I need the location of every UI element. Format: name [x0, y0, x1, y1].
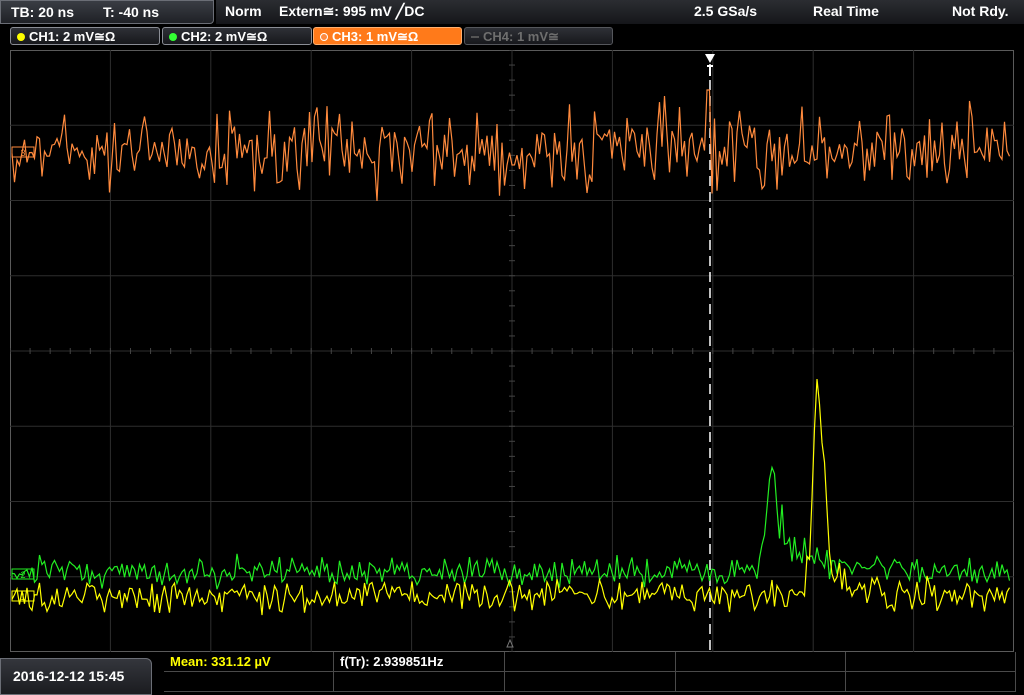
measurement-slot-10[interactable] [846, 672, 1016, 692]
top-bar: TB: 20 ns T: -40 ns Norm Extern≅: 995 mV… [0, 0, 1024, 24]
timebase-label: TB: 20 ns [11, 4, 75, 20]
channel-3-label: CH3: 1 mV≅Ω [332, 29, 419, 44]
measurement-slot-7[interactable] [334, 672, 505, 692]
channel-2-label: CH2: 2 mV≅Ω [181, 29, 268, 44]
sample-rate[interactable]: 2.5 GSa/s [694, 0, 757, 22]
timebase-box[interactable]: TB: 20 ns T: -40 ns [0, 0, 214, 24]
measurement-slot-6[interactable] [164, 672, 334, 692]
channel-3-color-icon [320, 33, 328, 41]
channel-2-button[interactable]: CH2: 2 mV≅Ω [162, 27, 312, 45]
channel-2-color-icon [169, 33, 177, 41]
channel-1-offset-label: 1 [20, 592, 25, 602]
measurement-slot-4[interactable] [676, 652, 846, 672]
graticule [10, 50, 1014, 652]
channel-4-label: CH4: 1 mV≅ [483, 29, 559, 44]
measurement-frequency[interactable]: f(Tr): 2.939851Hz [334, 652, 505, 672]
datetime-label: 2016-12-12 15:45 [13, 668, 125, 684]
status-bar[interactable]: Norm Extern≅: 995 mV ╱DC 2.5 GSa/s Real … [216, 0, 1024, 24]
channel-2-trace [11, 465, 1011, 590]
datetime-box[interactable]: 2016-12-12 15:45 [0, 658, 152, 695]
channel-4-button[interactable]: CH4: 1 mV≅ [464, 27, 613, 45]
channel-1-button[interactable]: CH1: 2 mV≅Ω [10, 27, 160, 45]
waveform-plot[interactable]: 3 2 1 [10, 50, 1014, 652]
trigger-mode[interactable]: Norm [225, 0, 262, 22]
trigger-position-icon[interactable] [705, 54, 715, 63]
channel-1-color-icon [17, 33, 25, 41]
measurement-slot-5[interactable] [846, 652, 1016, 672]
channel-2-offset-label: 2 [20, 570, 25, 580]
measurement-mean[interactable]: Mean: 331.12 µV [164, 652, 334, 672]
channel-3-offset-label: 3 [20, 148, 25, 158]
measurement-slot-3[interactable] [505, 652, 676, 672]
channel-3-trace [11, 89, 1011, 202]
channel-3-button[interactable]: CH3: 1 mV≅Ω [313, 27, 462, 45]
footer: 2016-12-12 15:45 Mean: 331.12 µV f(Tr): … [0, 652, 1024, 695]
acquisition-mode[interactable]: Real Time [813, 0, 879, 22]
trigger-level-icon [707, 65, 713, 76]
measurement-slot-9[interactable] [676, 672, 846, 692]
trigger-offset-label: T: -40 ns [103, 4, 160, 20]
measurement-panel[interactable]: Mean: 331.12 µV f(Tr): 2.939851Hz [164, 652, 1024, 695]
acquisition-state: Not Rdy. [952, 3, 1009, 19]
channel-row: CH1: 2 mV≅Ω CH2: 2 mV≅Ω CH3: 1 mV≅Ω CH4:… [0, 26, 1024, 48]
channel-4-color-icon [471, 36, 479, 38]
measurement-slot-8[interactable] [505, 672, 676, 692]
trigger-source[interactable]: Extern≅: 995 mV ╱DC [279, 0, 424, 22]
channel-1-label: CH1: 2 mV≅Ω [29, 29, 116, 44]
